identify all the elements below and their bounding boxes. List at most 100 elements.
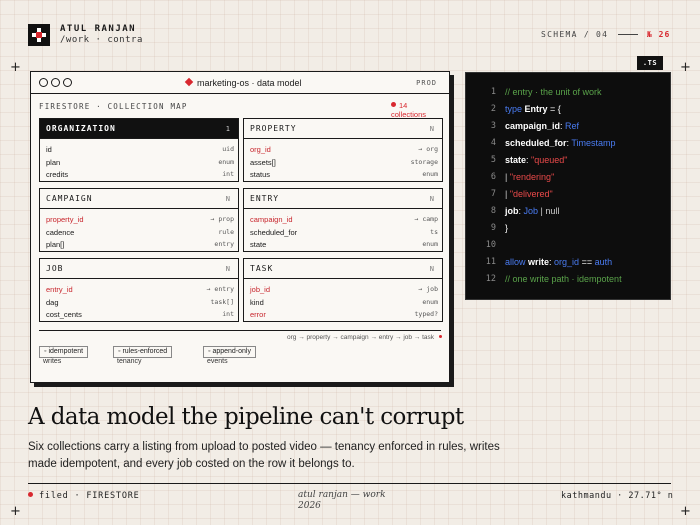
page-headline: A data model the pipeline can't corrupt bbox=[28, 404, 464, 430]
crosshair-icon: + bbox=[10, 60, 21, 75]
chip-label: append-only bbox=[212, 348, 251, 355]
line-number: 12 bbox=[485, 274, 496, 284]
collection-card-campaign[interactable]: CAMPAIGN Nproperty_id → prop cadence rule pla… bbox=[39, 188, 239, 252]
code-token: } bbox=[505, 223, 509, 233]
collection-name: ORGANIZATION bbox=[46, 124, 116, 133]
cardinality-tag: N bbox=[225, 265, 230, 273]
field-row: status enum bbox=[250, 170, 438, 182]
code-content: // entry · the unit of work bbox=[505, 87, 602, 97]
collection-card-entry[interactable]: ENTRY Ncampaign_id → camp scheduled_for ts st… bbox=[243, 188, 443, 252]
field-row: assets[] storage bbox=[250, 158, 438, 170]
code-token: Job bbox=[523, 206, 539, 216]
window-title: marketing-os · data model bbox=[184, 77, 302, 88]
footer-divider bbox=[28, 483, 671, 484]
window-close-button[interactable] bbox=[39, 78, 48, 87]
property-chip: ◦ rules-enforced bbox=[113, 346, 173, 358]
property-chip: ◦ idempotent bbox=[39, 346, 89, 358]
collection-card-organization[interactable]: ORGANIZATION 1 id uid plan enum credits int bbox=[39, 118, 239, 182]
window-titlebar: marketing-os · data model PROD bbox=[31, 72, 449, 94]
field-name: status bbox=[250, 170, 271, 179]
code-token: write bbox=[528, 257, 550, 267]
code-token: "delivered" bbox=[509, 189, 553, 199]
field-name: state bbox=[250, 240, 267, 249]
collection-card-job[interactable]: JOB Nentry_id → entry dag task[] cost_cents in… bbox=[39, 258, 239, 322]
line-number: 7 bbox=[490, 189, 496, 199]
crosshair-icon: + bbox=[680, 504, 691, 519]
code-content: state: "queued" bbox=[505, 155, 567, 165]
code-panel: 1 // entry · the unit of work 2 type Entry … bbox=[465, 72, 671, 300]
brand-name: ATUL RANJAN bbox=[60, 24, 137, 34]
collection-name: ENTRY bbox=[250, 194, 280, 203]
collection-count: 14 collections bbox=[391, 101, 427, 119]
window-maximize-button[interactable] bbox=[63, 78, 72, 87]
crosshair-icon: + bbox=[680, 60, 691, 75]
field-name: scheduled_for bbox=[250, 227, 298, 237]
field-name: property_id bbox=[46, 215, 84, 224]
field-type: storage bbox=[410, 157, 438, 166]
line-number: 9 bbox=[490, 223, 496, 233]
code-token: allow bbox=[505, 257, 529, 267]
code-token: "queued" bbox=[531, 155, 568, 165]
code-line: 3 campaign_id: Ref bbox=[466, 121, 670, 138]
field-type: rule bbox=[218, 227, 234, 236]
collection-header: PROPERTY N bbox=[244, 119, 442, 139]
field-type: → job bbox=[418, 285, 438, 293]
code-token: Timestamp bbox=[571, 138, 616, 148]
brand-path: /work · contra bbox=[60, 35, 143, 45]
field-row: kind enum bbox=[250, 298, 438, 310]
collection-name: JOB bbox=[46, 264, 64, 273]
code-token: // one write path · idempotent bbox=[505, 274, 622, 284]
relation-flow: org → property → campaign → entry → job … bbox=[287, 334, 435, 341]
chip-label: rules-enforced bbox=[122, 348, 168, 355]
chip-sublabel: writes bbox=[43, 358, 62, 365]
field-type: ts bbox=[430, 227, 438, 236]
line-number: 11 bbox=[485, 257, 496, 267]
code-line: 7 | "delivered" bbox=[466, 189, 670, 206]
field-name: dag bbox=[46, 297, 59, 307]
field-type: enum bbox=[422, 170, 438, 178]
code-line: 5 state: "queued" bbox=[466, 155, 670, 172]
cardinality-tag: N bbox=[429, 195, 434, 203]
field-row: campaign_id → camp bbox=[250, 215, 438, 227]
field-type: typed? bbox=[414, 310, 438, 318]
code-token: = { bbox=[547, 104, 561, 114]
collection-name: CAMPAIGN bbox=[46, 194, 93, 203]
collection-card-task[interactable]: TASK Njob_id → job kind enum error typed? bbox=[243, 258, 443, 322]
code-token: campaign_id bbox=[505, 121, 561, 131]
chip-sublabel: tenancy bbox=[117, 358, 142, 365]
field-name: entry_id bbox=[46, 285, 73, 294]
status-dot-icon bbox=[28, 492, 33, 497]
diamond-icon bbox=[184, 77, 194, 87]
code-content: } bbox=[505, 223, 508, 233]
footer-location: kathmandu · 27.71° n bbox=[561, 491, 674, 501]
code-token: Ref bbox=[565, 121, 580, 131]
cardinality-tag: N bbox=[429, 265, 434, 273]
field-row: cost_cents int bbox=[46, 310, 234, 322]
code-content: job: Job | null bbox=[505, 206, 559, 216]
window-minimize-button[interactable] bbox=[51, 78, 60, 87]
field-type: int bbox=[222, 310, 234, 318]
page-index: № 26 bbox=[647, 30, 671, 39]
code-token: auth bbox=[594, 257, 613, 267]
collection-name: PROPERTY bbox=[250, 124, 297, 133]
code-line: 1 // entry · the unit of work bbox=[466, 87, 670, 104]
cardinality-tag: 1 bbox=[225, 125, 230, 133]
collection-header: JOB N bbox=[40, 259, 238, 279]
code-line: 8 job: Job | null bbox=[466, 206, 670, 223]
field-name: org_id bbox=[250, 145, 271, 154]
code-token: type bbox=[505, 104, 525, 114]
field-row: job_id → job bbox=[250, 285, 438, 297]
field-row: plan[] entry bbox=[46, 240, 234, 252]
code-content: | "delivered" bbox=[505, 189, 553, 199]
collection-card-property[interactable]: PROPERTY Norg_id → org assets[] storage statu… bbox=[243, 118, 443, 182]
collection-header: ENTRY N bbox=[244, 189, 442, 209]
property-chip: ◦ append-only bbox=[203, 346, 256, 358]
code-line: 6 | "rendering" bbox=[466, 172, 670, 189]
field-name: id bbox=[46, 145, 52, 154]
code-content: campaign_id: Ref bbox=[505, 121, 579, 131]
collection-name: TASK bbox=[250, 264, 274, 273]
page-description: Six collections carry a listing from upl… bbox=[28, 441, 500, 471]
code-line: 11 allow write: org_id == auth bbox=[466, 257, 670, 274]
field-type: → entry bbox=[206, 285, 234, 293]
line-number: 4 bbox=[490, 138, 496, 148]
